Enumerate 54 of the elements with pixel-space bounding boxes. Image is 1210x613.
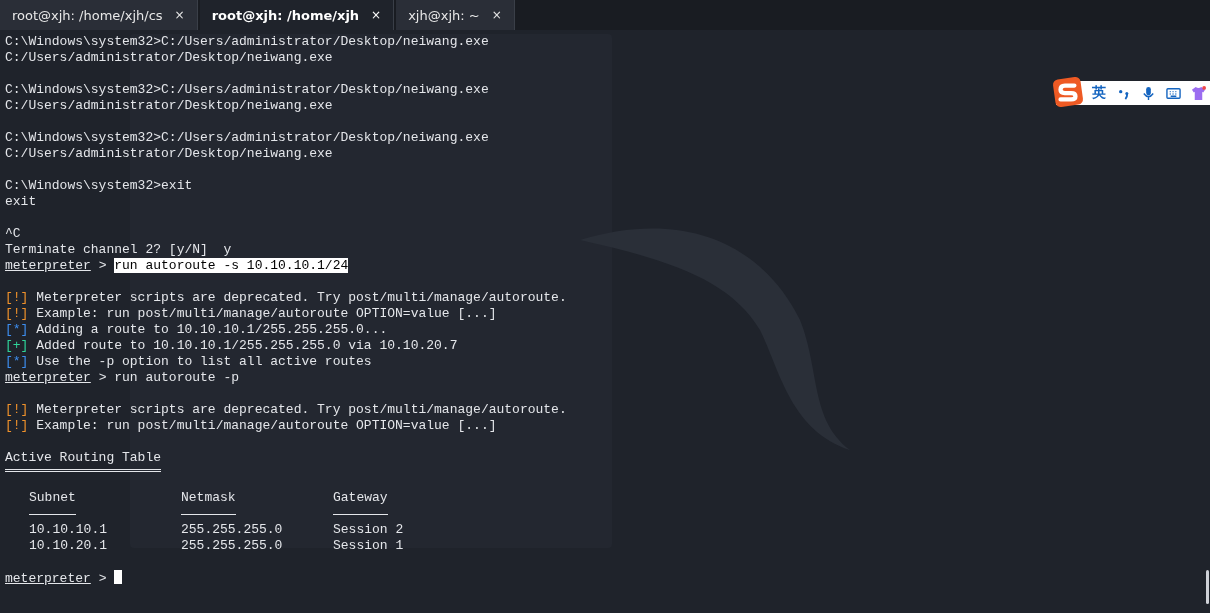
table-cell-text: 10.10.10.1	[29, 522, 108, 538]
close-icon[interactable]: ×	[371, 8, 382, 22]
prompt-separator: >	[98, 258, 107, 273]
close-icon[interactable]: ×	[491, 8, 502, 22]
status-tag: [!]	[5, 418, 29, 433]
status-message: Adding a route to 10.10.10.1/255.255.255.0...	[36, 322, 388, 337]
column-header: Subnet	[29, 490, 181, 522]
status-tag: [!]	[5, 306, 29, 321]
status-message: Example: run post/multi/manage/autoroute OPTION=value [...]	[36, 306, 497, 321]
command-text: run autoroute -p	[114, 370, 240, 385]
output-line: C:\Windows\system32>C:/Users/administrator/Desktop/neiwang.exe	[5, 82, 489, 97]
column-header: Gateway	[333, 490, 485, 522]
output-line: C:/Users/administrator/Desktop/neiwang.exe	[5, 50, 333, 65]
status-tag: [+]	[5, 338, 29, 353]
terminal-tab[interactable]: root@xjh: /home/xjh ×	[199, 0, 395, 30]
terminal-tab[interactable]: xjh@xjh: ~ ×	[396, 0, 515, 30]
status-message: Use the -p option to list all active routes	[36, 354, 372, 369]
status-message: Meterpreter scripts are deprecated. Try post/multi/manage/autoroute.	[36, 290, 567, 305]
status-tag: [!]	[5, 290, 29, 305]
table-cell-text: 255.255.255.0	[181, 522, 284, 538]
prompt-separator: >	[98, 571, 107, 586]
output-line: exit	[5, 194, 37, 209]
prompt-label: meterpreter	[5, 571, 91, 586]
output-line: C:/Users/administrator/Desktop/neiwang.exe	[5, 98, 333, 113]
close-icon[interactable]: ×	[174, 8, 185, 22]
command-text: run autoroute -s 10.10.10.1/24	[114, 258, 349, 273]
table-cell-text: Session 1	[333, 538, 405, 554]
status-message: Added route to 10.10.10.1/255.255.255.0 via 10.10.20.7	[36, 338, 458, 353]
status-tag: [*]	[5, 354, 29, 369]
table-title: Active Routing Table	[5, 450, 162, 472]
output-line: C:\Windows\system32>C:/Users/administrator/Desktop/neiwang.exe	[5, 34, 489, 49]
prompt-separator: >	[98, 370, 107, 385]
keyboard-icon[interactable]	[1166, 85, 1181, 101]
table-cell-text: Session 2	[333, 522, 405, 538]
output-line: C:\Windows\system32>exit	[5, 178, 193, 193]
output-line: ^C	[5, 226, 21, 241]
status-tag: [!]	[5, 402, 29, 417]
table-cell-text: 255.255.255.0	[181, 538, 284, 554]
table-cell-text: 10.10.20.1	[29, 538, 108, 554]
prompt-label: meterpreter	[5, 258, 91, 273]
scrollbar-thumb[interactable]	[1206, 570, 1209, 604]
status-tag: [*]	[5, 322, 29, 337]
output-line: C:/Users/administrator/Desktop/neiwang.exe	[5, 146, 333, 161]
output-line: C:\Windows\system32>C:/Users/administrator/Desktop/neiwang.exe	[5, 130, 489, 145]
terminal-tab[interactable]: root@xjh: /home/xjh/cs ×	[0, 0, 198, 30]
prompt-label: meterpreter	[5, 370, 91, 385]
status-message: Meterpreter scripts are deprecated. Try post/multi/manage/autoroute.	[36, 402, 567, 417]
column-header: Netmask	[181, 490, 333, 522]
shirt-icon[interactable]	[1191, 85, 1206, 101]
input-method-logo-icon[interactable]	[1052, 76, 1084, 108]
microphone-icon[interactable]	[1141, 85, 1156, 101]
status-message: Example: run post/multi/manage/autoroute OPTION=value [...]	[36, 418, 497, 433]
output-line: Terminate channel 2? [y/N] y	[5, 242, 232, 257]
language-mode[interactable]: 英	[1092, 84, 1106, 102]
